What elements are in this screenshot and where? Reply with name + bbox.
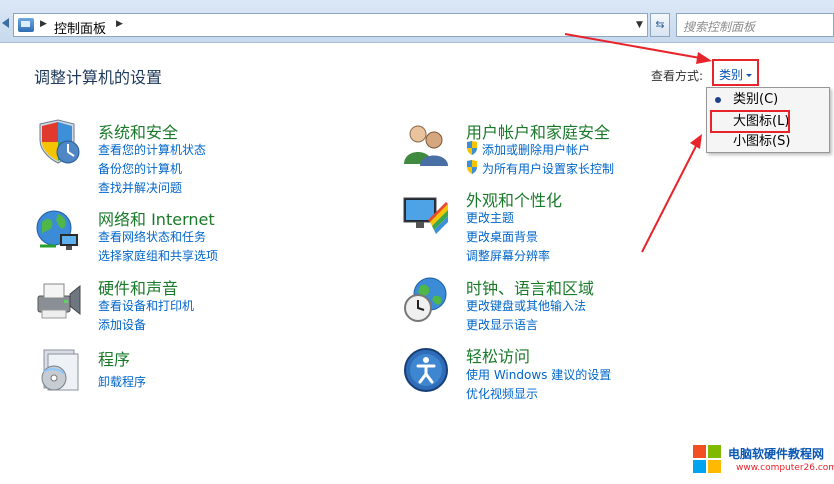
- system-security-icon[interactable]: [34, 118, 82, 166]
- highlight-box: [710, 110, 790, 133]
- view-by-value: 类别: [719, 68, 744, 82]
- link-network-status[interactable]: 查看网络状态和任务: [98, 228, 206, 245]
- category-clock-language[interactable]: 时钟、语言和区域: [466, 275, 594, 299]
- category-appearance[interactable]: 外观和个性化: [466, 187, 562, 211]
- link-view-computer-status[interactable]: 查看您的计算机状态: [98, 141, 206, 158]
- back-arrow-icon[interactable]: [2, 18, 9, 28]
- network-internet-icon[interactable]: [34, 206, 82, 254]
- link-add-remove-accounts[interactable]: 添加或删除用户帐户: [482, 141, 590, 158]
- link-troubleshoot[interactable]: 查找并解决问题: [98, 179, 182, 196]
- watermark-site-name: 电脑软硬件教程网: [728, 447, 825, 461]
- appearance-icon[interactable]: [402, 190, 450, 238]
- link-devices-printers[interactable]: 查看设备和打印机: [98, 297, 194, 314]
- category-ease-of-access[interactable]: 轻松访问: [466, 343, 530, 367]
- menu-item-category[interactable]: 类别(C): [707, 90, 829, 110]
- arrow-head-icon: [696, 52, 712, 64]
- view-by-menu: 类别(C) 大图标(L) 小图标(S): [706, 87, 830, 153]
- link-change-display-language[interactable]: 更改显示语言: [466, 316, 538, 333]
- refresh-icon[interactable]: ⇆: [650, 13, 670, 37]
- view-by-dropdown[interactable]: 类别: [712, 59, 759, 86]
- address-toolbar: ▶ 控制面板 ▶ ▼ ⇆ 搜索控制面板: [0, 0, 834, 43]
- hardware-sound-icon[interactable]: [34, 276, 82, 324]
- search-input[interactable]: 搜索控制面板: [676, 13, 834, 37]
- breadcrumb-arrow-icon[interactable]: ▶: [116, 19, 123, 29]
- clock-language-icon[interactable]: [402, 276, 450, 324]
- address-dropdown-icon[interactable]: ▼: [632, 13, 648, 37]
- category-hardware-sound[interactable]: 硬件和声音: [98, 275, 178, 299]
- watermark-url: www.computer26.com: [736, 463, 834, 473]
- arrow-head-icon: [690, 134, 702, 149]
- category-network-internet[interactable]: 网络和 Internet: [98, 206, 215, 230]
- category-system-security[interactable]: 系统和安全: [98, 119, 178, 143]
- link-homegroup-sharing[interactable]: 选择家庭组和共享选项: [98, 247, 218, 264]
- uac-shield-icon: [467, 160, 477, 174]
- radio-selected-icon: [715, 97, 721, 103]
- link-parental-controls[interactable]: 为所有用户设置家长控制: [482, 160, 614, 177]
- link-change-input-method[interactable]: 更改键盘或其他输入法: [466, 297, 586, 314]
- category-programs[interactable]: 程序: [98, 346, 130, 370]
- link-screen-resolution[interactable]: 调整屏幕分辨率: [466, 247, 550, 264]
- link-uninstall-program[interactable]: 卸载程序: [98, 373, 146, 390]
- ease-of-access-icon[interactable]: [402, 346, 450, 394]
- link-windows-recommended-settings[interactable]: 使用 Windows 建议的设置: [466, 366, 611, 383]
- link-backup-computer[interactable]: 备份您的计算机: [98, 160, 182, 177]
- user-accounts-icon[interactable]: [402, 120, 450, 168]
- chevron-down-icon: [746, 74, 753, 77]
- category-user-accounts[interactable]: 用户帐户和家庭安全: [466, 119, 610, 143]
- menu-item-small-icons[interactable]: 小图标(S): [707, 132, 829, 152]
- link-change-background[interactable]: 更改桌面背景: [466, 228, 538, 245]
- view-by-label: 查看方式:: [651, 69, 704, 83]
- menu-item-label: 类别(C): [733, 92, 779, 107]
- menu-item-label: 小图标(S): [733, 134, 791, 149]
- link-change-theme[interactable]: 更改主题: [466, 209, 514, 226]
- link-add-device[interactable]: 添加设备: [98, 316, 146, 333]
- uac-shield-icon: [467, 141, 477, 155]
- control-panel-icon: [18, 18, 34, 32]
- windows-logo-icon: [693, 445, 721, 473]
- breadcrumb-arrow-icon[interactable]: ▶: [40, 19, 47, 29]
- breadcrumb-control-panel[interactable]: 控制面板: [54, 18, 106, 37]
- link-optimize-video-display[interactable]: 优化视频显示: [466, 385, 538, 402]
- page-title: 调整计算机的设置: [34, 68, 163, 87]
- programs-icon[interactable]: [34, 346, 82, 394]
- address-bar[interactable]: ▶ 控制面板 ▶: [13, 13, 633, 37]
